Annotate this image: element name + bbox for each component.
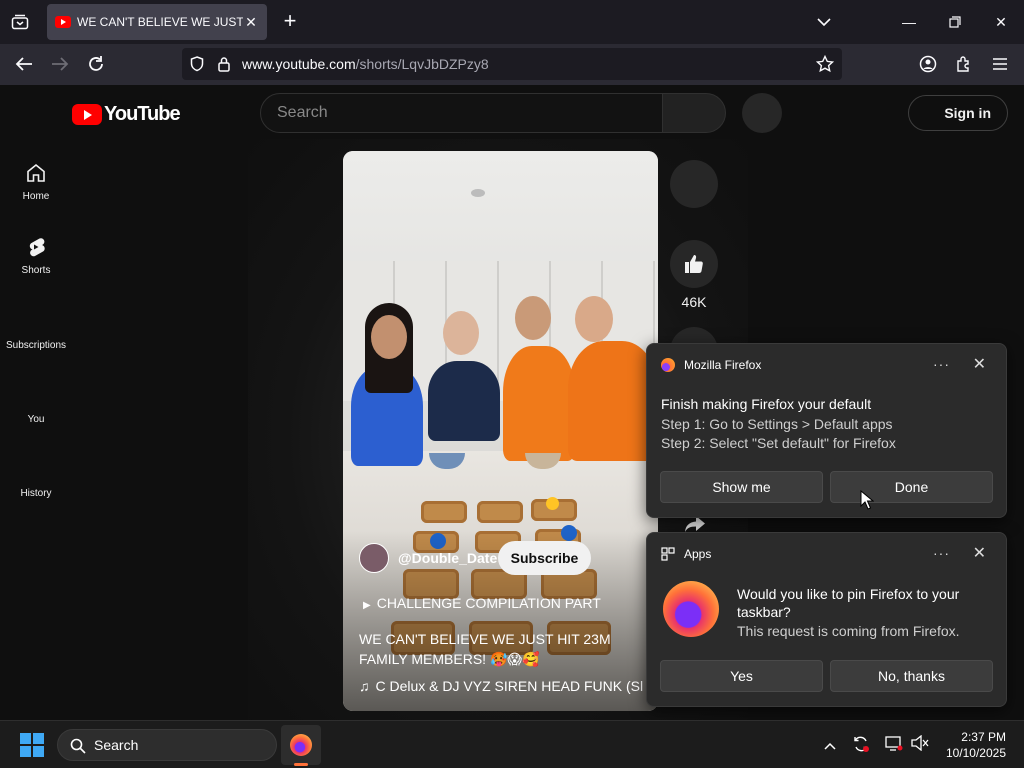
- more-options-icon[interactable]: ···: [933, 356, 950, 372]
- back-arrow-icon[interactable]: [12, 52, 36, 76]
- music-credit[interactable]: ♫ C Delux & DJ VYZ SIREN HEAD FUNK (Sl: [359, 678, 649, 694]
- thumbs-up-icon: [685, 255, 703, 273]
- channel-action-circle[interactable]: [670, 160, 718, 208]
- menu-hamburger-icon[interactable]: [988, 52, 1012, 76]
- shorts-video-player[interactable]: @Double_Date Subscribe ▶ CHALLENGE COMPIL…: [343, 151, 658, 711]
- minimize-window-icon[interactable]: —: [897, 10, 921, 34]
- navigation-toolbar: www.youtube.com/shorts/LqvJbDZPzy8: [0, 44, 1024, 85]
- play-triangle-icon: ▶: [363, 600, 371, 611]
- short-title: WE CAN'T BELIEVE WE JUST HIT 23M FAMILY …: [359, 631, 611, 667]
- person-4: [568, 341, 658, 461]
- bookmark-star-icon[interactable]: [815, 54, 835, 78]
- like-count: 46K: [681, 294, 707, 310]
- like-button[interactable]: [670, 240, 718, 288]
- account-icon[interactable]: [916, 52, 940, 76]
- notification-step-2: Step 2: Select "Set default" for Firefox: [661, 435, 896, 451]
- sync-icon[interactable]: [851, 735, 871, 755]
- more-options-icon[interactable]: ···: [933, 545, 950, 561]
- reload-icon[interactable]: [84, 52, 108, 76]
- close-notification-icon[interactable]: ✕: [973, 543, 986, 563]
- search-button[interactable]: [662, 93, 726, 133]
- shorts-icon: [29, 238, 45, 257]
- taskbar-search-input[interactable]: Search: [57, 729, 277, 761]
- extensions-icon[interactable]: [952, 52, 976, 76]
- tab-title: WE CAN'T BELIEVE WE JUST HIT: [77, 15, 243, 29]
- lock-icon[interactable]: [218, 56, 230, 77]
- notification-step-1: Step 1: Go to Settings > Default apps: [661, 416, 893, 432]
- show-hidden-icons-chevron-icon[interactable]: [820, 735, 840, 755]
- search-icon: [70, 738, 86, 759]
- sign-in-button[interactable]: Sign in: [908, 95, 1008, 131]
- youtube-favicon-icon: [55, 16, 71, 28]
- tab-overflow-chevron-icon[interactable]: [812, 10, 836, 34]
- music-note-icon: ♫: [359, 678, 370, 694]
- address-bar[interactable]: www.youtube.com/shorts/LqvJbDZPzy8: [182, 48, 842, 80]
- firefox-default-notification: Mozilla Firefox ··· ✕ Finish making Fire…: [646, 343, 1007, 518]
- close-tab-icon[interactable]: ✕: [243, 14, 259, 30]
- close-notification-icon[interactable]: ✕: [973, 354, 986, 374]
- firefox-icon: [661, 358, 675, 372]
- tracking-protection-shield-icon[interactable]: [190, 56, 204, 77]
- windows-start-icon[interactable]: [20, 733, 44, 757]
- youtube-logo[interactable]: YouTube: [72, 103, 181, 126]
- restore-window-icon[interactable]: [943, 10, 967, 34]
- url-text: www.youtube.com/shorts/LqvJbDZPzy8: [242, 56, 489, 72]
- voice-search-button[interactable]: [742, 93, 782, 133]
- forward-arrow-icon[interactable]: [48, 52, 72, 76]
- windows-taskbar: Search 2:37 PM 10/10/2025: [0, 720, 1024, 768]
- pin-subtext: This request is coming from Firefox.: [737, 623, 960, 639]
- person-2: [428, 361, 500, 441]
- apps-icon: [661, 547, 675, 561]
- show-me-button[interactable]: Show me: [660, 471, 823, 503]
- search-input[interactable]: Search: [260, 93, 663, 133]
- youtube-play-logo-icon: [72, 104, 102, 125]
- list-all-tabs-icon[interactable]: [8, 10, 32, 34]
- notification-heading: Finish making Firefox your default: [661, 396, 872, 412]
- new-tab-button[interactable]: +: [278, 10, 302, 34]
- firefox-logo-icon: [663, 581, 719, 637]
- ball-yellow: [546, 497, 559, 510]
- ceiling-light: [471, 189, 485, 197]
- sidebar-item-history[interactable]: History: [0, 488, 72, 499]
- taskbar-firefox-button[interactable]: [281, 725, 321, 765]
- no-thanks-button[interactable]: No, thanks: [830, 660, 993, 692]
- yes-button[interactable]: Yes: [660, 660, 823, 692]
- mouse-cursor-icon: [860, 489, 875, 515]
- sidebar-item-subscriptions[interactable]: Subscriptions: [0, 340, 72, 351]
- playlist-link[interactable]: ▶ CHALLENGE COMPILATION PART: [363, 595, 601, 611]
- taskbar-clock[interactable]: 2:37 PM 10/10/2025: [946, 729, 1006, 761]
- sidebar-item-home[interactable]: Home: [0, 161, 72, 202]
- done-button[interactable]: Done: [830, 471, 993, 503]
- sidebar-item-you[interactable]: You: [0, 414, 72, 425]
- active-tab[interactable]: WE CAN'T BELIEVE WE JUST HIT ✕: [47, 4, 267, 40]
- pin-question: Would you like to pin Firefox to your ta…: [737, 586, 960, 620]
- channel-name[interactable]: @Double_Date: [398, 550, 497, 566]
- sidebar-item-shorts[interactable]: Shorts: [0, 235, 72, 276]
- subscribe-button[interactable]: Subscribe: [498, 541, 591, 575]
- person-3: [503, 346, 575, 461]
- tab-strip: WE CAN'T BELIEVE WE JUST HIT ✕ + — ✕: [0, 0, 1024, 44]
- home-icon: [27, 163, 45, 182]
- close-window-icon[interactable]: ✕: [989, 10, 1013, 34]
- pin-taskbar-notification: Apps ··· ✕ Would you like to pin Firefox…: [646, 532, 1007, 707]
- network-icon[interactable]: [884, 735, 904, 755]
- channel-avatar[interactable]: [359, 543, 389, 573]
- active-app-indicator: [294, 763, 308, 766]
- volume-muted-icon[interactable]: [910, 734, 930, 755]
- firefox-icon: [290, 734, 312, 756]
